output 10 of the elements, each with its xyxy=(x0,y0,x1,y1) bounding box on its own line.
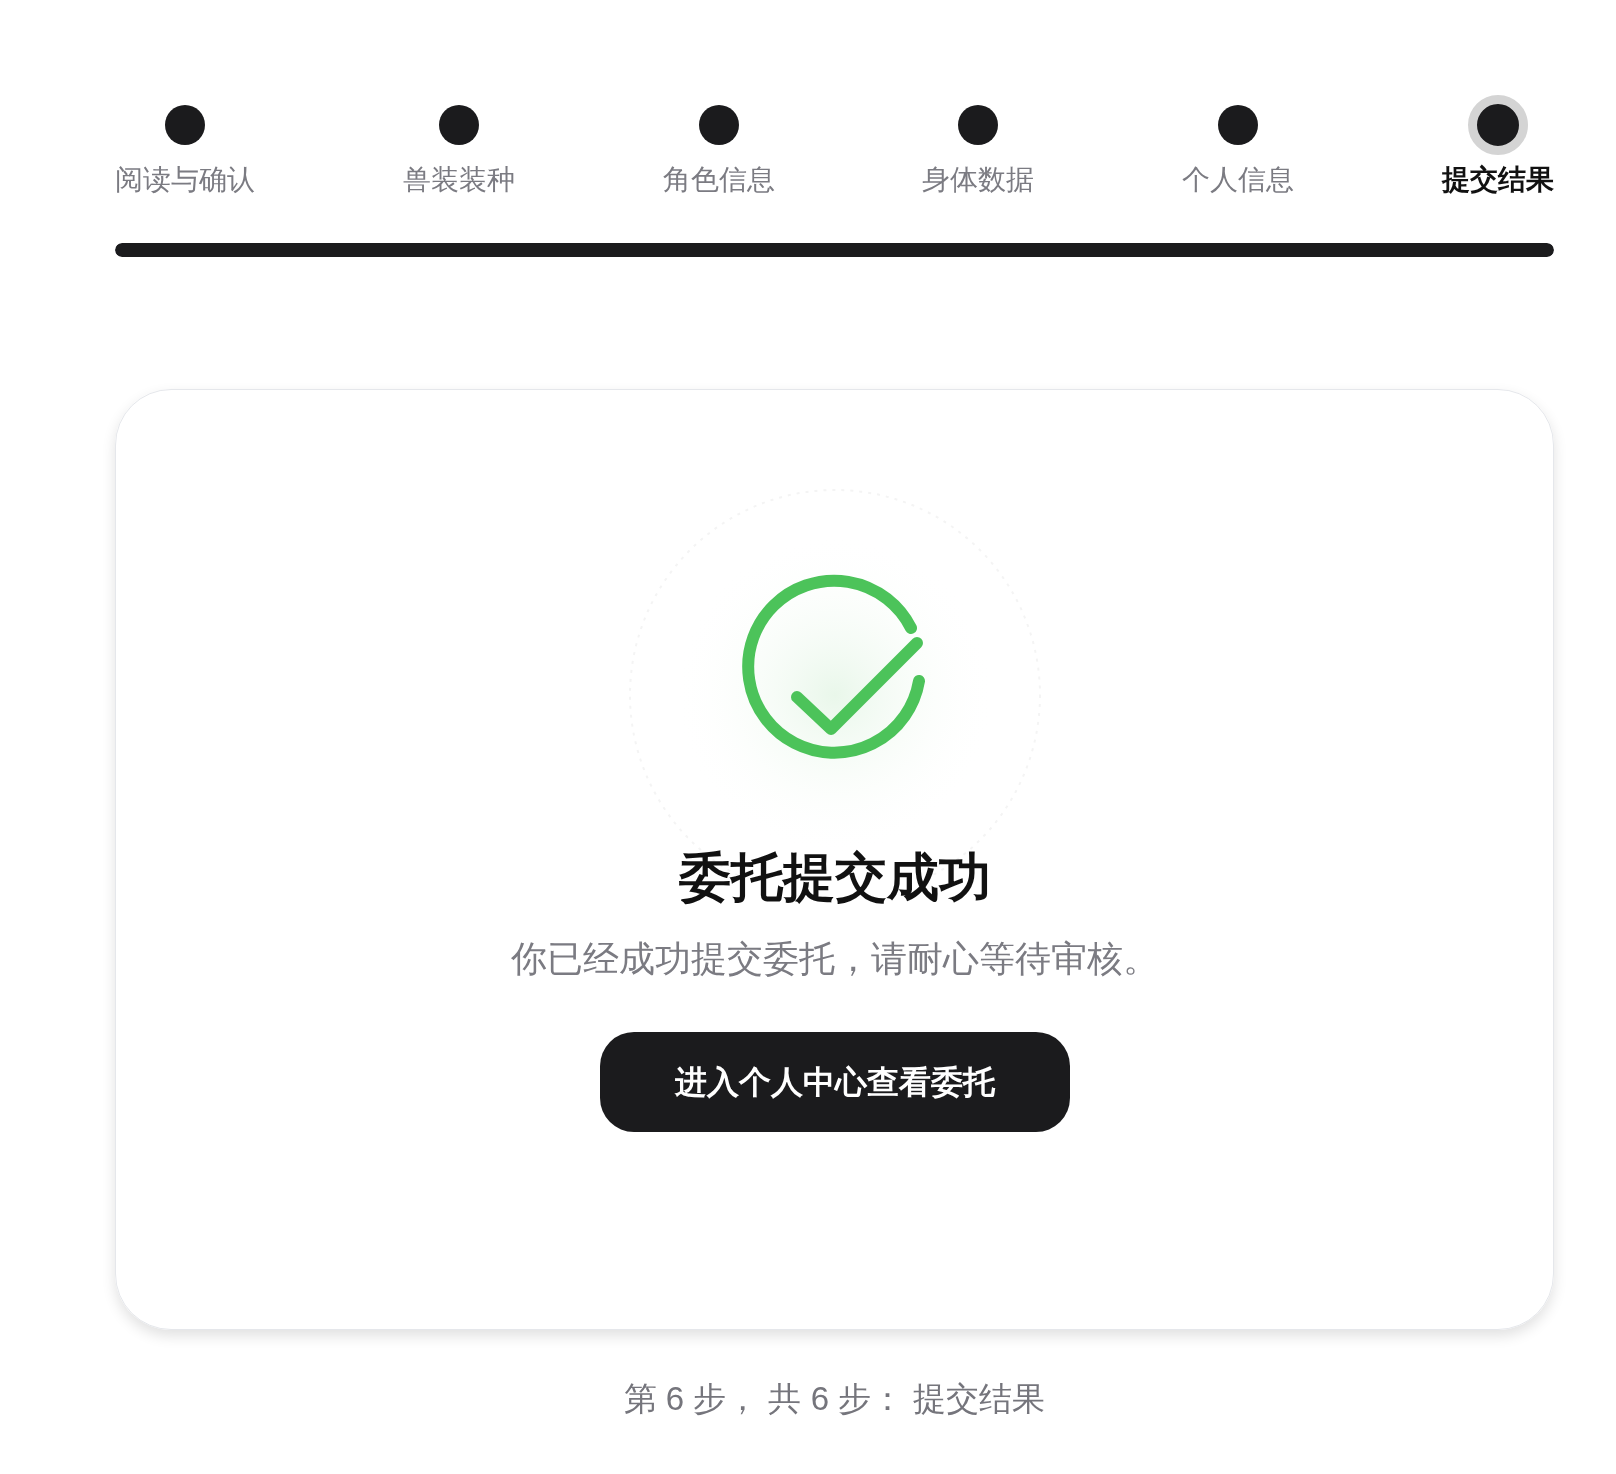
result-message: 你已经成功提交委托，请耐心等待审核。 xyxy=(510,937,1159,981)
result-title: 委托提交成功 xyxy=(678,847,991,908)
step-label: 阅读与确认 xyxy=(115,163,255,197)
step-label: 提交结果 xyxy=(1442,163,1554,197)
personal-center-button[interactable]: 进入个人中心查看委托 xyxy=(599,1032,1070,1132)
step-counter: 第 6 步， 共 6 步： 提交结果 xyxy=(623,1379,1046,1419)
step-label: 个人信息 xyxy=(1182,163,1295,197)
step-label: 兽装装种 xyxy=(402,163,515,197)
step-label: 身体数据 xyxy=(922,163,1035,197)
step-label: 角色信息 xyxy=(662,163,775,197)
